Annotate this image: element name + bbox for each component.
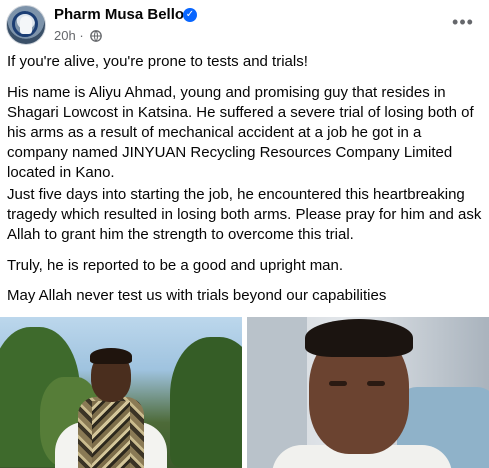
avatar-figure [20, 16, 32, 34]
globe-icon[interactable] [90, 30, 103, 45]
post-header: Pharm Musa Bello ✓ 20h · ••• [0, 0, 489, 48]
post-photo-2[interactable] [247, 317, 489, 468]
post-photo-1[interactable] [0, 317, 242, 468]
author-name[interactable]: Pharm Musa Bello [54, 6, 184, 23]
post-paragraph-1: If you're alive, you're prone to tests a… [7, 53, 308, 70]
post-paragraph-5: May Allah never test us with trials beyo… [7, 287, 387, 304]
post-timestamp[interactable]: 20h [54, 28, 76, 43]
post-meta: 20h · [54, 28, 103, 45]
post-paragraph-2: His name is Aliyu Ahmad, young and promi… [7, 84, 474, 181]
verified-badge-icon: ✓ [183, 8, 197, 22]
more-options-icon[interactable]: ••• [449, 10, 477, 38]
post-photo-grid [0, 317, 489, 468]
post-paragraph-4: Truly, he is reported to be a good and u… [7, 257, 344, 274]
post-paragraph-3: Just five days into starting the job, he… [7, 186, 482, 243]
facebook-post: Pharm Musa Bello ✓ 20h · ••• If you're a… [0, 0, 489, 468]
author-avatar[interactable] [6, 5, 46, 45]
